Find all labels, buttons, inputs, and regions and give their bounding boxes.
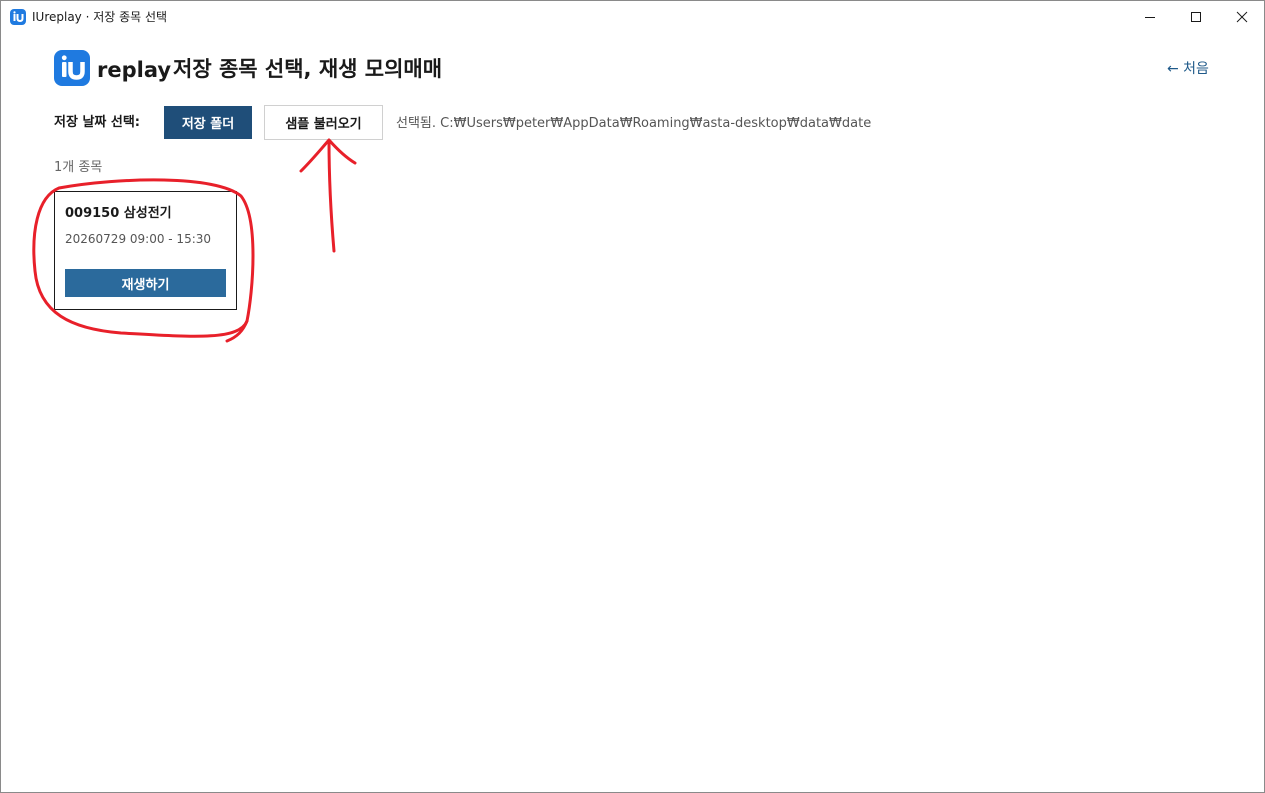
app-icon (10, 9, 26, 25)
maximize-icon (1191, 12, 1201, 22)
close-button[interactable] (1219, 1, 1265, 33)
brand-name: replay (97, 58, 172, 82)
annotation-circle-tail (225, 319, 249, 343)
window-title: IUreplay · 저장 종목 선택 (32, 10, 168, 24)
play-button[interactable]: 재생하기 (65, 269, 226, 297)
title-bar[interactable]: IUreplay · 저장 종목 선택 (1, 1, 1264, 33)
annotation-arrow (299, 138, 357, 253)
minimize-icon (1145, 17, 1155, 18)
item-count: 1개 종목 (54, 160, 103, 175)
maximize-button[interactable] (1173, 1, 1219, 33)
save-folder-button[interactable]: 저장 폴더 (164, 106, 252, 139)
home-link[interactable]: ← 처음 (1167, 60, 1209, 78)
stock-time-range: 20260729 09:00 - 15:30 (65, 232, 212, 246)
page-title: 저장 종목 선택, 재생 모의매매 (173, 57, 443, 81)
close-icon (1236, 11, 1248, 23)
app-window: IUreplay · 저장 종목 선택 replay 저장 종목 선택, 재생 … (0, 0, 1265, 793)
date-select-label: 저장 날짜 선택: (54, 115, 141, 130)
minimize-button[interactable] (1127, 1, 1173, 33)
stock-name: 009150 삼성전기 (65, 206, 172, 221)
stock-card: 009150 삼성전기 20260729 09:00 - 15:30 재생하기 (54, 191, 237, 310)
load-sample-button[interactable]: 샘플 불러오기 (264, 105, 383, 140)
brand-logo (54, 50, 90, 86)
selected-path-text: 선택됨. C:₩Users₩peter₩AppData₩Roaming₩asta… (396, 116, 872, 131)
